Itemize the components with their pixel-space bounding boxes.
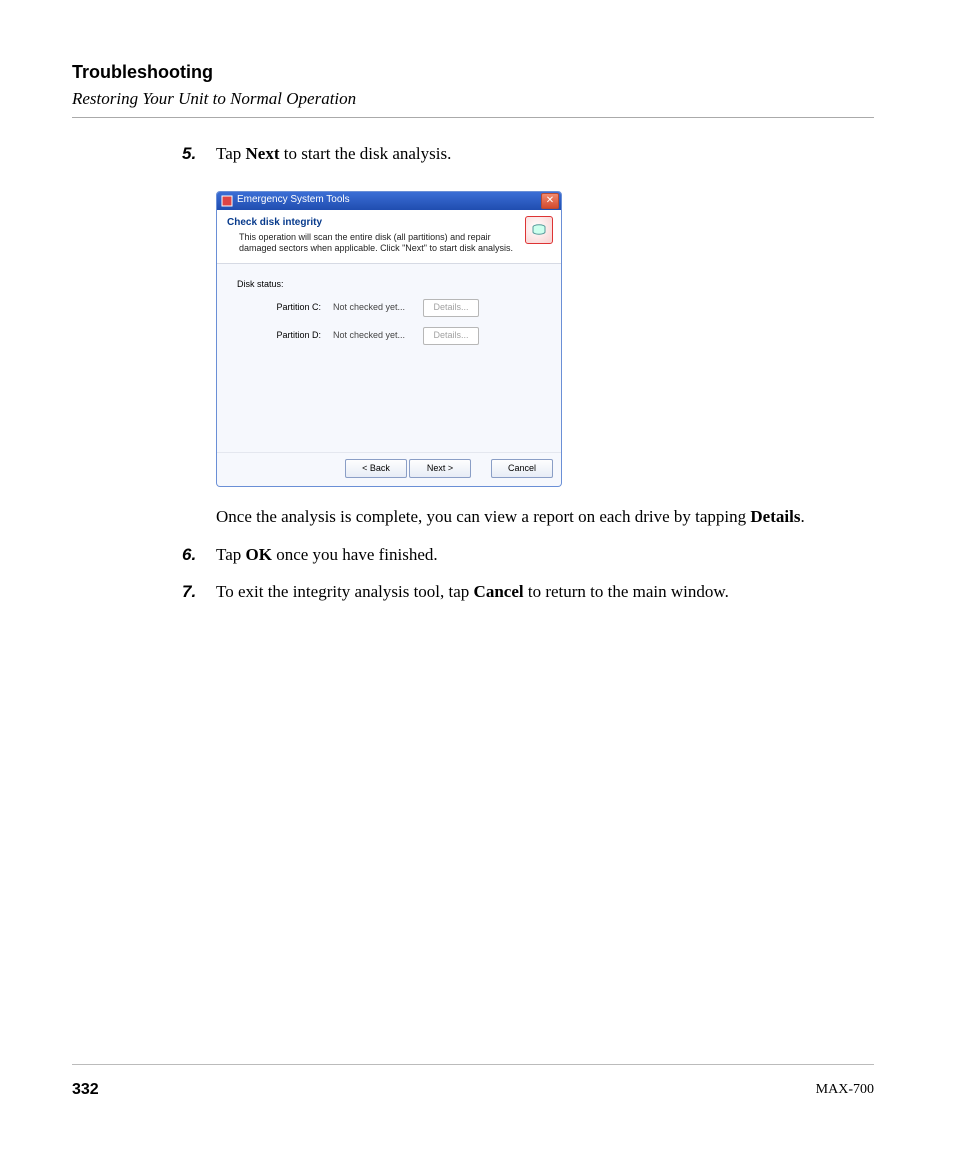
body-content: 5. Tap Next to start the disk analysis. … (182, 142, 850, 605)
dialog-body: Disk status: Partition C: Not checked ye… (217, 264, 561, 452)
step-text-before: To exit the integrity analysis tool, tap (216, 582, 474, 601)
disk-warning-icon (525, 216, 553, 244)
step-text-bold: Next (246, 144, 280, 163)
step-text-bold: OK (246, 545, 272, 564)
next-button[interactable]: Next > (409, 459, 471, 478)
step-text-before: Tap (216, 545, 246, 564)
app-icon (221, 195, 233, 207)
document-page: Troubleshooting Restoring Your Unit to N… (0, 0, 954, 1159)
chapter-heading: Troubleshooting (72, 62, 874, 83)
followup-paragraph: Once the analysis is complete, you can v… (216, 505, 850, 530)
dialog-screenshot: Emergency System Tools ✕ Check disk inte… (216, 191, 850, 487)
partition-row: Partition D: Not checked yet... Details.… (263, 327, 549, 345)
page-footer: 332 MAX-700 (72, 1081, 874, 1099)
followup-before: Once the analysis is complete, you can v… (216, 507, 750, 526)
product-model: MAX-700 (816, 1082, 874, 1098)
section-subheading: Restoring Your Unit to Normal Operation (72, 89, 874, 109)
dialog-footer: < Back Next > Cancel (217, 452, 561, 486)
step-text: Tap OK once you have finished. (216, 543, 850, 568)
step-text-after: once you have finished. (272, 545, 438, 564)
step-text-after: to return to the main window. (524, 582, 729, 601)
partition-row: Partition C: Not checked yet... Details.… (263, 299, 549, 317)
step-number: 6. (182, 543, 216, 568)
partition-status: Not checked yet... (327, 329, 423, 342)
step-7: 7. To exit the integrity analysis tool, … (182, 580, 850, 605)
details-button[interactable]: Details... (423, 299, 479, 317)
dialog-section-title: Check disk integrity (227, 216, 519, 231)
step-text-before: Tap (216, 144, 246, 163)
disk-status-label: Disk status: (237, 278, 549, 291)
header-rule (72, 117, 874, 118)
emergency-system-tools-dialog: Emergency System Tools ✕ Check disk inte… (216, 191, 562, 487)
close-button[interactable]: ✕ (541, 193, 559, 209)
partition-name: Partition C: (263, 301, 327, 314)
step-text: To exit the integrity analysis tool, tap… (216, 580, 850, 605)
followup-bold: Details (750, 507, 800, 526)
step-text-after: to start the disk analysis. (279, 144, 451, 163)
close-icon: ✕ (546, 196, 554, 206)
step-number: 7. (182, 580, 216, 605)
cancel-button[interactable]: Cancel (491, 459, 553, 478)
details-button[interactable]: Details... (423, 327, 479, 345)
dialog-header: Check disk integrity This operation will… (217, 210, 561, 264)
partition-name: Partition D: (263, 329, 327, 342)
dialog-section-desc: This operation will scan the entire disk… (239, 232, 519, 255)
footer-rule (72, 1064, 874, 1065)
step-text: Tap Next to start the disk analysis. (216, 142, 850, 167)
step-6: 6. Tap OK once you have finished. (182, 543, 850, 568)
followup-after: . (800, 507, 804, 526)
step-5: 5. Tap Next to start the disk analysis. (182, 142, 850, 167)
page-number: 332 (72, 1081, 99, 1099)
partition-status: Not checked yet... (327, 301, 423, 314)
step-number: 5. (182, 142, 216, 167)
back-button[interactable]: < Back (345, 459, 407, 478)
dialog-titlebar: Emergency System Tools ✕ (217, 192, 561, 210)
dialog-title: Emergency System Tools (237, 193, 541, 208)
step-text-bold: Cancel (474, 582, 524, 601)
